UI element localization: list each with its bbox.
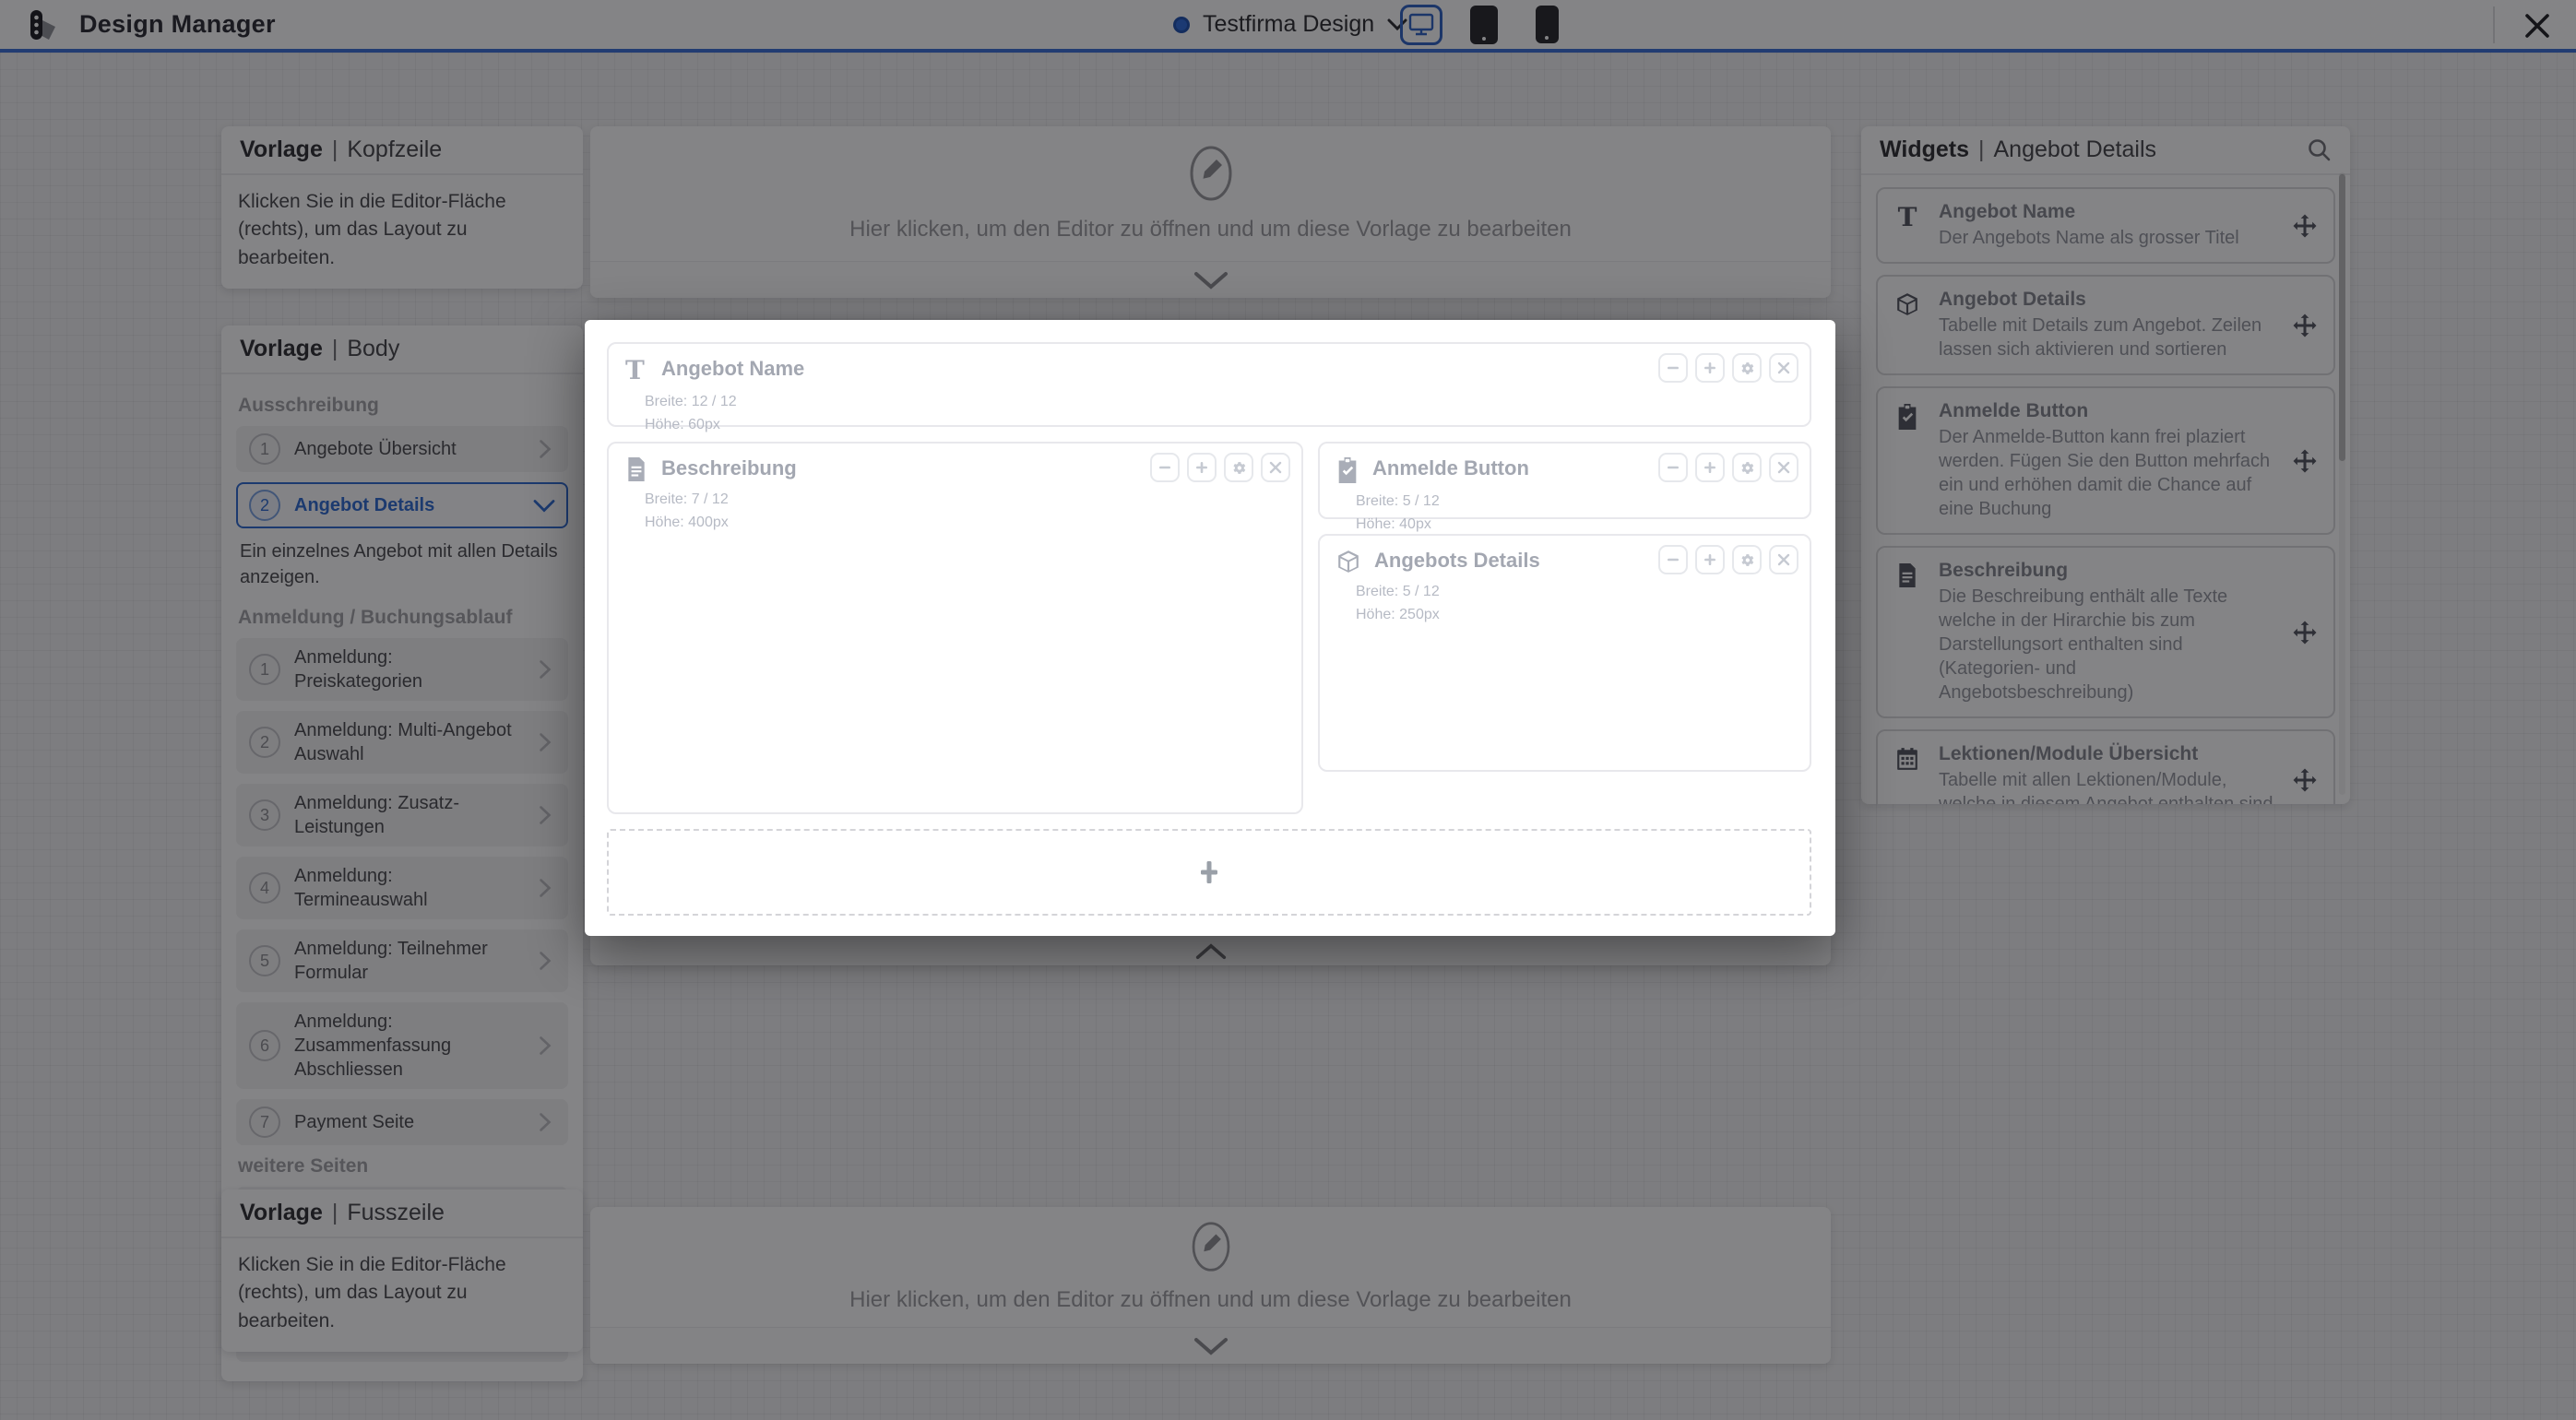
block-height-label: Höhe: 400px: [645, 512, 1301, 535]
increase-width-button[interactable]: [1187, 453, 1217, 482]
minus-icon: [1666, 552, 1680, 567]
layout-block-beschreibung[interactable]: Beschreibung Breite: 7 / 12 Höhe: 400px: [607, 442, 1303, 814]
minus-icon: [1666, 361, 1680, 375]
gear-icon: [1739, 552, 1755, 568]
x-icon: [1777, 553, 1790, 566]
settings-button[interactable]: [1732, 545, 1762, 574]
settings-button[interactable]: [1732, 353, 1762, 383]
x-icon: [1777, 461, 1790, 474]
layout-block-meta: Breite: 12 / 12 Höhe: 60px: [645, 391, 1810, 437]
block-width-label: Breite: 5 / 12: [1356, 491, 1810, 514]
remove-button[interactable]: [1261, 453, 1290, 482]
block-height-label: Höhe: 60px: [645, 414, 1810, 437]
gear-icon: [1739, 460, 1755, 476]
text-icon: T: [625, 358, 647, 384]
layout-block-controls: [1658, 353, 1798, 383]
layout-block-controls: [1150, 453, 1290, 482]
package-icon: [1336, 550, 1360, 574]
layout-block-title: Anmelde Button: [1372, 456, 1529, 483]
gear-icon: [1231, 460, 1247, 476]
remove-button[interactable]: [1769, 353, 1798, 383]
layout-block-controls: [1658, 545, 1798, 574]
remove-button[interactable]: [1769, 453, 1798, 482]
minus-icon: [1157, 460, 1172, 475]
layout-block-title: Angebots Details: [1374, 549, 1540, 574]
layout-block-meta: Breite: 7 / 12 Höhe: 400px: [645, 489, 1301, 535]
layout-block-angebot-name[interactable]: T Angebot Name Breite: 12 / 12 Höhe: 60p…: [607, 342, 1811, 427]
gear-icon: [1739, 361, 1755, 376]
block-width-label: Breite: 5 / 12: [1356, 581, 1810, 604]
block-width-label: Breite: 12 / 12: [645, 391, 1810, 414]
block-height-label: Höhe: 40px: [1356, 514, 1810, 537]
x-icon: [1777, 361, 1790, 374]
plus-icon: [1194, 460, 1209, 475]
x-icon: [1269, 461, 1282, 474]
layout-block-anmelde-button[interactable]: Anmelde Button Breite: 5 / 12 Höhe: 40px: [1318, 442, 1811, 519]
add-widget-dropzone[interactable]: [607, 829, 1811, 916]
clipboard-check-icon: [1336, 457, 1359, 483]
decrease-width-button[interactable]: [1150, 453, 1180, 482]
layout-editor-modal: T Angebot Name Breite: 12 / 12 Höhe: 60p…: [585, 320, 1835, 936]
layout-block-title: Beschreibung: [661, 456, 797, 481]
remove-button[interactable]: [1769, 545, 1798, 574]
increase-width-button[interactable]: [1695, 353, 1725, 383]
plus-icon: [1703, 361, 1717, 375]
decrease-width-button[interactable]: [1658, 353, 1688, 383]
decrease-width-button[interactable]: [1658, 453, 1688, 482]
layout-block-title: Angebot Name: [661, 357, 804, 384]
layout-block-angebots-details[interactable]: Angebots Details Breite: 5 / 12 Höhe: 25…: [1318, 534, 1811, 772]
settings-button[interactable]: [1224, 453, 1253, 482]
plus-icon: [1703, 460, 1717, 475]
decrease-width-button[interactable]: [1658, 545, 1688, 574]
increase-width-button[interactable]: [1695, 453, 1725, 482]
plus-icon: [1195, 858, 1223, 886]
increase-width-button[interactable]: [1695, 545, 1725, 574]
document-icon: [625, 457, 647, 481]
block-height-label: Höhe: 250px: [1356, 604, 1810, 627]
plus-icon: [1703, 552, 1717, 567]
minus-icon: [1666, 460, 1680, 475]
layout-block-controls: [1658, 453, 1798, 482]
layout-block-meta: Breite: 5 / 12 Höhe: 250px: [1356, 581, 1810, 627]
block-width-label: Breite: 7 / 12: [645, 489, 1301, 512]
settings-button[interactable]: [1732, 453, 1762, 482]
layout-block-meta: Breite: 5 / 12 Höhe: 40px: [1356, 491, 1810, 537]
